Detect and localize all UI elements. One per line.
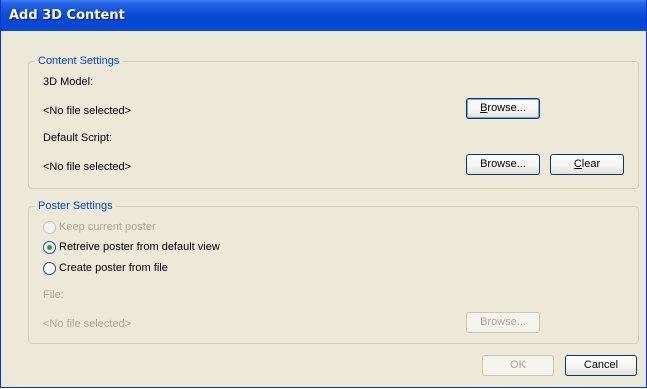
poster-file-value: <No file selected> (43, 318, 132, 330)
retrieve-default-view-radio[interactable] (43, 241, 56, 254)
clear-label: lear (581, 158, 601, 170)
clear-button[interactable]: Clear (550, 154, 624, 175)
browse-poster-button: Browse... (466, 312, 540, 333)
poster-settings-legend: Poster Settings (35, 200, 116, 212)
script-file-value: <No file selected> (43, 161, 132, 173)
create-from-file-label[interactable]: Create poster from file (59, 262, 168, 274)
dialog-title: Add 3D Content (9, 8, 125, 23)
cancel-button[interactable]: Cancel (565, 355, 637, 376)
poster-file-label: File: (43, 289, 64, 301)
radio-selected-dot (47, 245, 52, 250)
ok-button: OK (482, 355, 554, 376)
model-label: 3D Model: (43, 76, 94, 88)
title-bar[interactable]: Add 3D Content (1, 0, 646, 31)
add-3d-content-dialog: Add 3D Content Content Settings 3D Model… (0, 0, 647, 388)
retrieve-default-view-label[interactable]: Retreive poster from default view (59, 241, 220, 253)
keep-poster-label: Keep current poster (59, 221, 156, 233)
create-from-file-radio[interactable] (43, 262, 56, 275)
browse-model-label: rowse... (487, 102, 526, 114)
script-label: Default Script: (43, 132, 113, 144)
clear-mnemonic: C (573, 158, 582, 170)
browse-script-button[interactable]: Browse... (466, 154, 540, 175)
model-file-value: <No file selected> (43, 105, 132, 117)
keep-poster-radio (43, 221, 56, 234)
browse-model-button[interactable]: Browse... (466, 98, 540, 119)
content-settings-legend: Content Settings (35, 55, 123, 67)
